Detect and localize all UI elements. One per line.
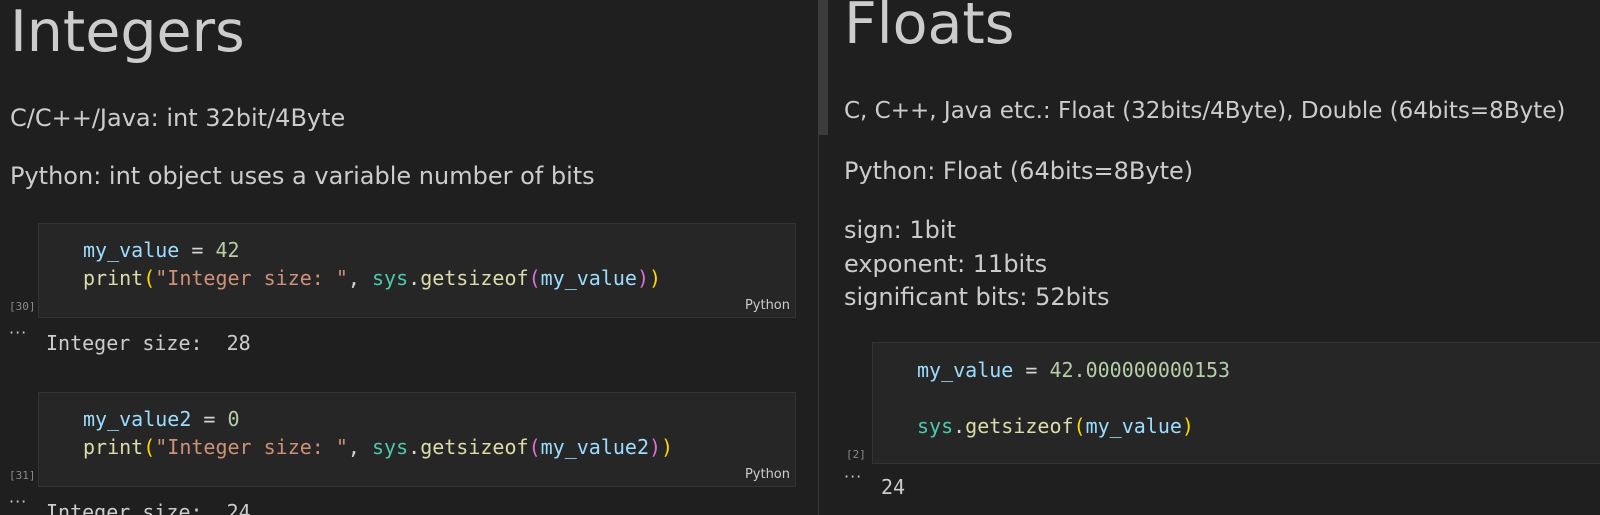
- cell-output: Integer size: 28: [46, 331, 251, 355]
- markdown-line-exponent: exponent: 11bits: [844, 250, 1048, 278]
- markdown-line-c-float: C, C++, Java etc.: Float (32bits/4Byte),…: [844, 98, 1566, 124]
- markdown-line-python-int: Python: int object uses a variable numbe…: [10, 162, 595, 190]
- markdown-line-python-float: Python: Float (64bits=8Byte): [844, 157, 1194, 185]
- left-notebook-pane[interactable]: Integers C/C++/Java: int 32bit/4Byte Pyt…: [0, 0, 818, 515]
- cell-output: 24: [881, 475, 906, 499]
- execution-count: [31]: [9, 469, 36, 482]
- markdown-line-sign: sign: 1bit: [844, 216, 956, 244]
- output-ellipsis-icon[interactable]: ···: [9, 492, 27, 511]
- code-line-2[interactable]: print("Integer size: ", sys.getsizeof(my…: [83, 268, 661, 288]
- code-line-1[interactable]: my_value = 42.000000000153: [917, 360, 1230, 380]
- cell-language-label[interactable]: Python: [745, 298, 790, 313]
- code-line-1[interactable]: my_value = 42: [83, 240, 240, 260]
- scrollbar-thumb[interactable]: [818, 0, 828, 135]
- output-ellipsis-icon[interactable]: ···: [9, 323, 27, 342]
- cell-output: Integer size: 24: [46, 500, 251, 515]
- heading-floats: Floats: [844, 0, 1015, 57]
- execution-count: [30]: [9, 300, 36, 313]
- code-cell-2[interactable]: my_value = 42.000000000153 sys.getsizeof…: [872, 342, 1600, 464]
- cell-language-label[interactable]: Python: [745, 467, 790, 482]
- execution-count: [2]: [846, 448, 866, 461]
- heading-integers: Integers: [10, 0, 245, 65]
- markdown-line-int-size: C/C++/Java: int 32bit/4Byte: [10, 104, 346, 132]
- code-line-3[interactable]: sys.getsizeof(my_value): [917, 416, 1194, 436]
- right-notebook-pane[interactable]: Floats C, C++, Java etc.: Float (32bits/…: [830, 0, 1600, 515]
- code-line-2[interactable]: print("Integer size: ", sys.getsizeof(my…: [83, 437, 673, 457]
- code-cell-31[interactable]: my_value2 = 0 print("Integer size: ", sy…: [38, 392, 796, 487]
- markdown-line-significant: significant bits: 52bits: [844, 283, 1110, 311]
- output-ellipsis-icon[interactable]: ···: [844, 467, 862, 486]
- code-line-1[interactable]: my_value2 = 0: [83, 409, 240, 429]
- code-cell-30[interactable]: my_value = 42 print("Integer size: ", sy…: [38, 223, 796, 318]
